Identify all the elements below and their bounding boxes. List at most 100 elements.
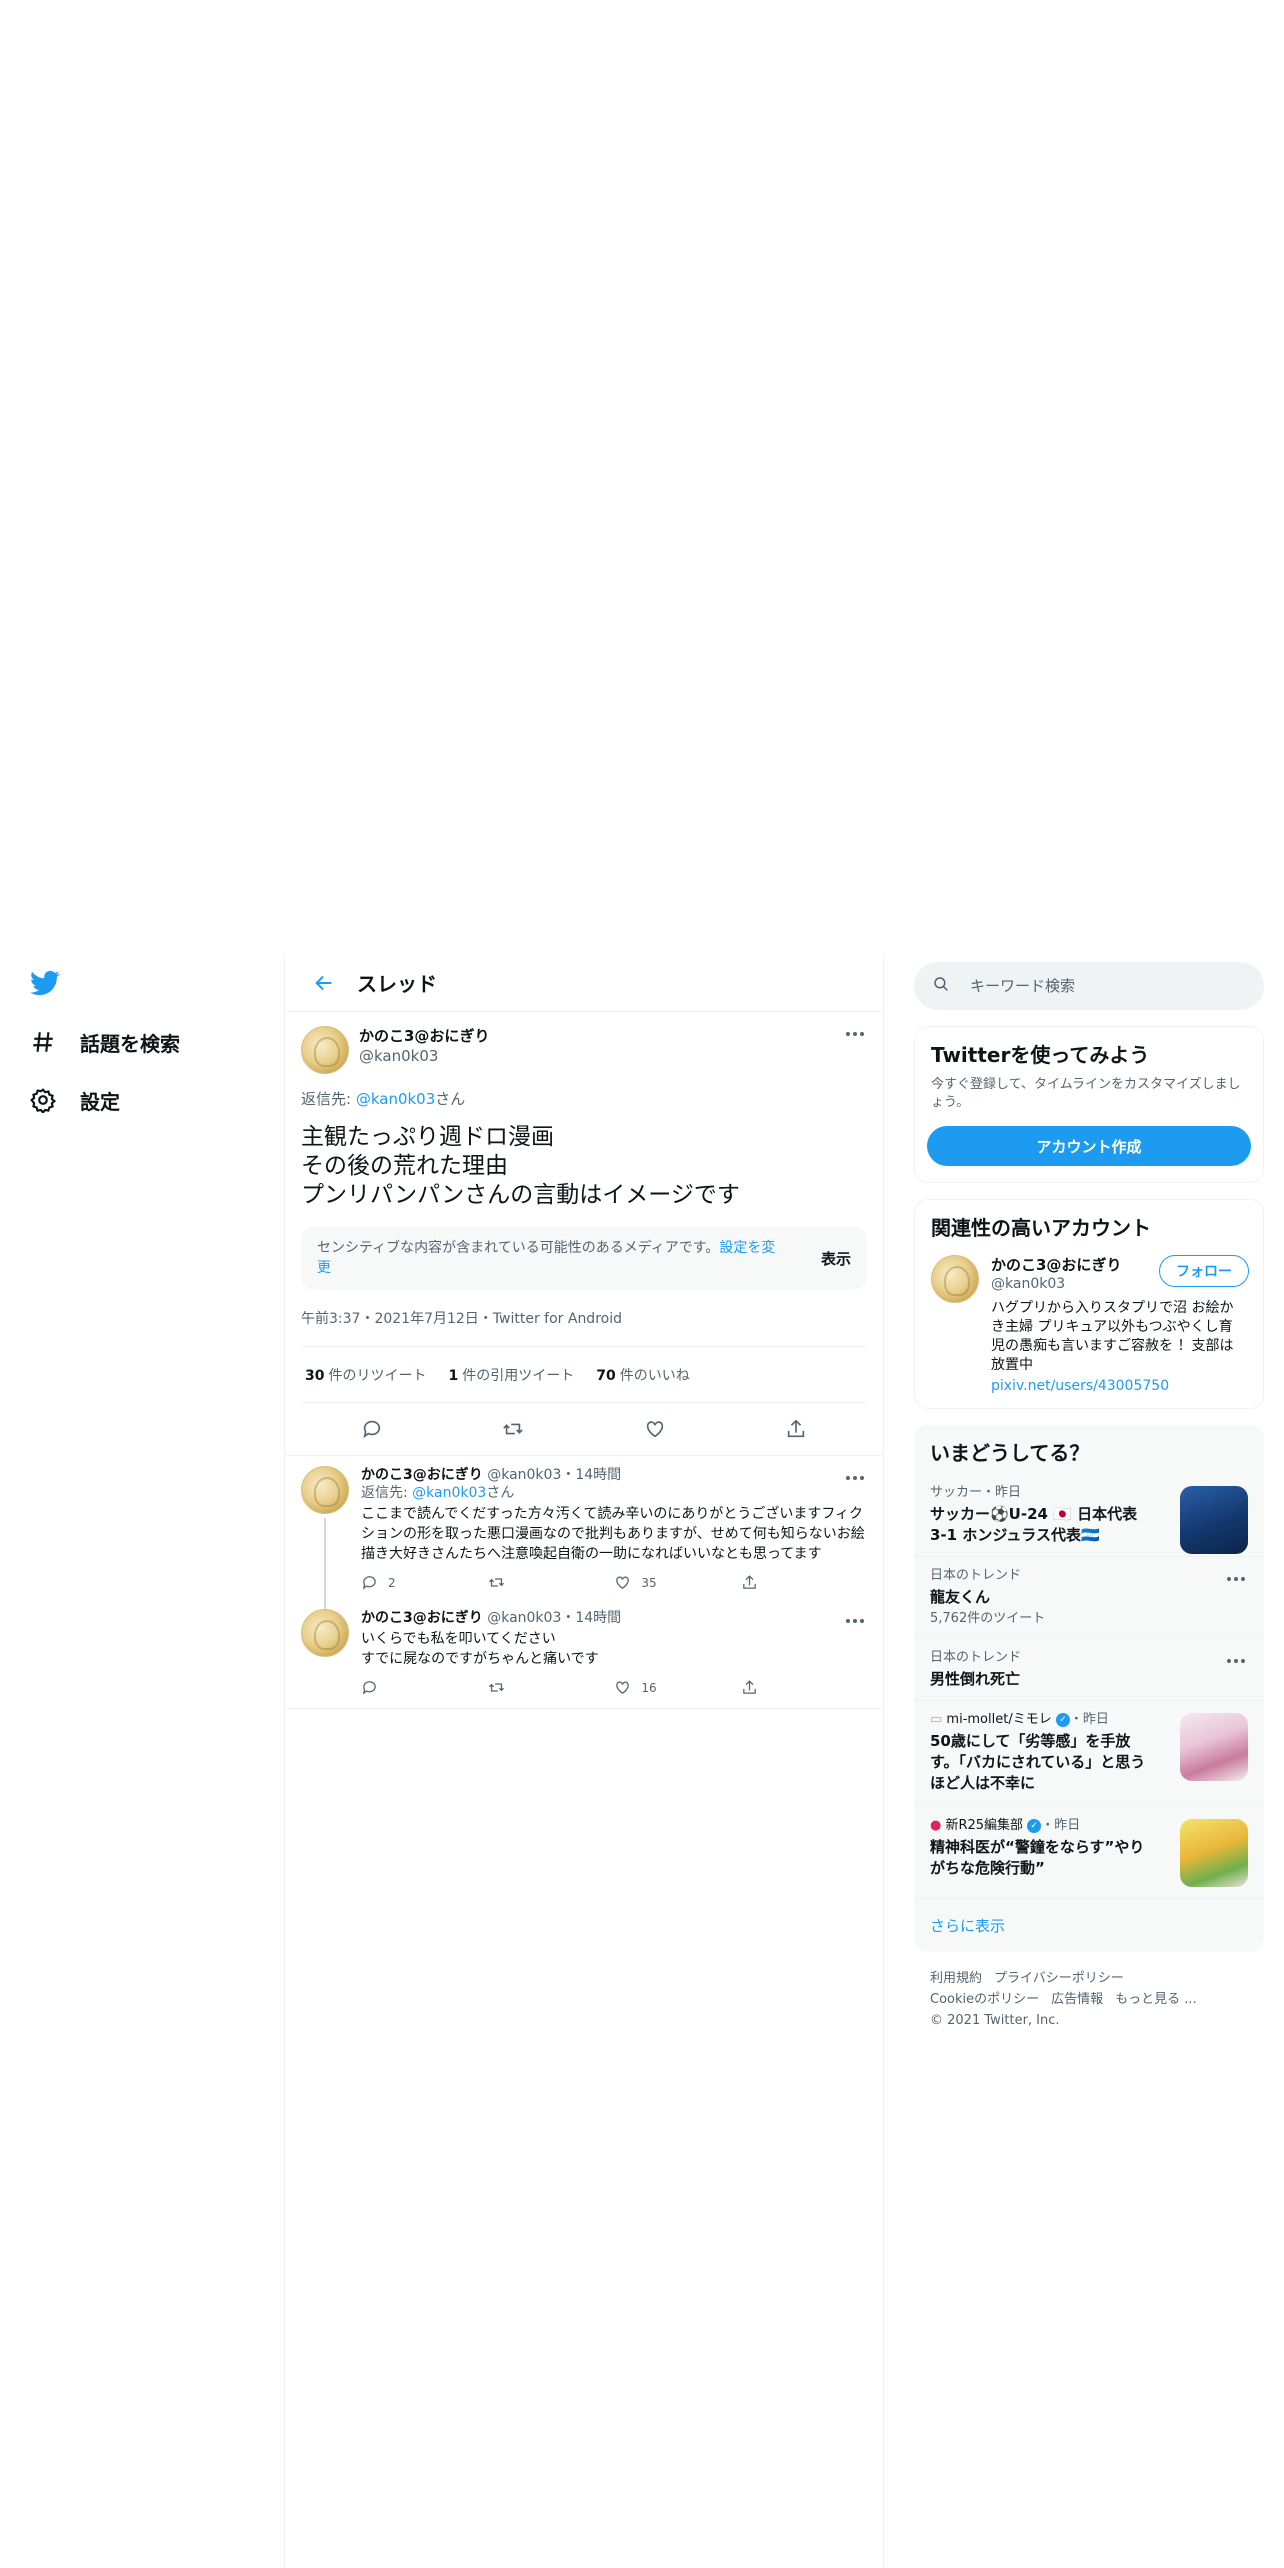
cookie-link[interactable]: Cookieのポリシー — [930, 1992, 1039, 2007]
tweet-text-line: その後の荒れた理由 — [301, 1153, 508, 1179]
sensitive-message: センシティブな内容が含まれている可能性のあるメディアです。設定を変更 — [317, 1238, 787, 1278]
share-icon — [743, 1680, 756, 1694]
username[interactable]: @kan0k03 — [487, 1610, 561, 1626]
reply-tweet[interactable]: かのこ3@おにぎり @kan0k03・14時間 いくらでも私を叩いてください す… — [285, 1603, 883, 1709]
more-link[interactable]: もっと見る ... — [1115, 1992, 1197, 2007]
trend-context: 日本のトレンド — [930, 1568, 1022, 1583]
retweet-stat[interactable]: 30 件のリツイート — [305, 1365, 426, 1385]
retweet-icon[interactable] — [493, 1409, 533, 1449]
sensitive-text: センシティブな内容が含まれている可能性のあるメディアです。 — [317, 1240, 720, 1256]
avatar[interactable] — [301, 1466, 349, 1514]
terms-link[interactable]: 利用規約 — [930, 1971, 982, 1986]
avatar[interactable] — [301, 1026, 349, 1074]
trend-item[interactable]: ▭ mi-mollet/ミモレ ✓ ・昨日 50歳にして「劣等感」を手放す。「バカ… — [914, 1700, 1264, 1806]
right-sidebar: Twitterを使ってみよう 今すぐ登録して、タイムラインをカスタマイズしましょ… — [914, 962, 1264, 2047]
search-box[interactable] — [914, 962, 1264, 1010]
retweet-count: 30 — [305, 1367, 325, 1384]
trend-item[interactable]: 日本のトレンド 龍友くん 5,762件のツイート — [914, 1556, 1264, 1638]
retweet-action[interactable] — [488, 1574, 548, 1591]
like-action[interactable]: 16 — [614, 1679, 674, 1696]
ads-link[interactable]: 広告情報 — [1051, 1992, 1103, 2007]
trend-thumbnail — [1180, 1819, 1248, 1887]
quote-stat[interactable]: 1 件の引用ツイート — [448, 1365, 574, 1385]
footer-links: 利用規約 プライバシーポリシー Cookieのポリシー 広告情報 もっと見る ... … — [914, 1952, 1264, 2047]
signup-title: Twitterを使ってみよう — [931, 1043, 1150, 1067]
copyright: © 2021 Twitter, Inc. — [930, 2013, 1060, 2028]
sensitive-media-warning: センシティブな内容が含まれている可能性のあるメディアです。設定を変更 表示 — [301, 1226, 867, 1290]
reply-action[interactable]: 2 — [361, 1574, 421, 1591]
trend-item[interactable]: 日本のトレンド 男性倒れ死亡 — [914, 1638, 1264, 1700]
nav-settings[interactable]: 設定 — [28, 1080, 120, 1120]
back-arrow-icon[interactable] — [299, 958, 349, 1008]
focused-tweet: かのこ3@おにぎり @kan0k03 返信先: @kan0k03さん 主観たっぷ… — [285, 1012, 883, 1456]
avatar[interactable] — [301, 1609, 349, 1657]
tweet-author[interactable]: かのこ3@おにぎり @kan0k03 — [301, 1026, 867, 1074]
display-name[interactable]: かのこ3@おにぎり — [361, 1467, 483, 1483]
username[interactable]: @kan0k03 — [359, 1046, 489, 1066]
more-options-icon[interactable] — [1224, 1569, 1248, 1589]
time[interactable]: ・14時間 — [561, 1467, 621, 1483]
reply-header: かのこ3@おにぎり @kan0k03・14時間 — [361, 1466, 867, 1484]
trend-title: 精神科医が“警鐘をならす”やりがちな危険行動” — [930, 1838, 1145, 1877]
reply-suffix: さん — [486, 1485, 515, 1501]
display-name[interactable]: かのこ3@おにぎり — [361, 1610, 483, 1626]
retweet-icon — [488, 1683, 504, 1692]
trend-title: 男性倒れ死亡 — [930, 1670, 1021, 1688]
show-more-link[interactable]: さらに表示 — [914, 1898, 1264, 1952]
tweet-actions: 16 — [361, 1679, 801, 1696]
like-action[interactable]: 35 — [614, 1574, 674, 1591]
share-action[interactable] — [741, 1574, 801, 1591]
thread-header: スレッド — [285, 954, 883, 1012]
share-icon[interactable] — [776, 1409, 816, 1449]
more-options-icon[interactable] — [843, 1468, 867, 1488]
create-account-button[interactable]: アカウント作成 — [927, 1126, 1251, 1166]
account-bio: ハグプリから入りスタプリで沼 お絵かき主婦 プリキュア以外もつぶやくし育児の愚痴… — [991, 1300, 1234, 1373]
reply-tweet[interactable]: かのこ3@おにぎり @kan0k03・14時間 返信先: @kan0k03さん … — [285, 1456, 883, 1622]
related-account[interactable]: かのこ3@おにぎり @kan0k03 ハグプリから入りスタプリで沼 お絵かき主婦… — [915, 1249, 1263, 1408]
reply-to-line: 返信先: @kan0k03さん — [361, 1484, 867, 1502]
reply-prefix: 返信先: — [301, 1090, 356, 1108]
avatar[interactable] — [931, 1255, 979, 1303]
reply-to-link[interactable]: @kan0k03 — [356, 1090, 435, 1108]
follow-button[interactable]: フォロー — [1159, 1255, 1249, 1287]
trend-thumbnail — [1180, 1486, 1248, 1554]
reply-icon[interactable] — [352, 1409, 392, 1449]
bio-link[interactable]: pixiv.net/users/43005750 — [991, 1377, 1241, 1396]
more-options-icon[interactable] — [843, 1611, 867, 1631]
tweet-timestamp[interactable]: 午前3:37・2021年7月12日・Twitter for Android — [301, 1308, 867, 1347]
search-input[interactable] — [970, 977, 1230, 995]
hashtag-icon — [28, 1027, 58, 1057]
trend-count: 5,762件のツイート — [930, 1611, 1046, 1626]
retweet-action[interactable] — [488, 1679, 548, 1696]
share-action[interactable] — [741, 1679, 801, 1696]
reply-to-link[interactable]: @kan0k03 — [412, 1485, 486, 1501]
trend-item[interactable]: ● 新R25編集部 ✓ ・昨日 精神科医が“警鐘をならす”やりがちな危険行動” — [914, 1806, 1264, 1898]
trend-title: 50歳にして「劣等感」を手放す。「バカにされている」と思うほど人は不幸に — [930, 1732, 1146, 1792]
twitter-logo-icon[interactable] — [28, 968, 62, 998]
share-icon — [743, 1575, 756, 1589]
search-icon — [932, 975, 950, 997]
like-count: 70 — [596, 1367, 616, 1384]
time[interactable]: ・14時間 — [561, 1610, 621, 1626]
more-options-icon[interactable] — [1224, 1651, 1248, 1671]
tweet-actions: 2 35 — [361, 1574, 801, 1591]
like-stat[interactable]: 70 件のいいね — [596, 1365, 689, 1385]
more-options-icon[interactable] — [843, 1024, 867, 1044]
show-media-button[interactable]: 表示 — [821, 1248, 851, 1269]
page-title: スレッド — [357, 972, 437, 996]
privacy-link[interactable]: プライバシーポリシー — [994, 1971, 1124, 1986]
tweet-text-line: プンリパンパンさんの言動はイメージです — [301, 1182, 740, 1208]
username[interactable]: @kan0k03 — [487, 1467, 561, 1483]
related-title: 関連性の高いアカウント — [931, 1216, 1151, 1240]
retweet-icon — [488, 1578, 504, 1587]
reply-action[interactable] — [361, 1679, 421, 1696]
trend-thumbnail — [1180, 1713, 1248, 1781]
quote-label: 件の引用ツイート — [462, 1367, 575, 1384]
trend-title: 龍友くん — [930, 1588, 991, 1606]
nav-explore[interactable]: 話題を検索 — [28, 1022, 180, 1062]
trend-item[interactable]: サッカー・昨日 サッカー⚽U-24 🇯🇵 日本代表 3-1 ホンジュラス代表🇭🇳 — [914, 1474, 1264, 1556]
like-label: 件のいいね — [619, 1367, 690, 1384]
display-name[interactable]: かのこ3@おにぎり — [359, 1026, 489, 1046]
like-icon[interactable] — [635, 1409, 675, 1449]
reply-suffix: さん — [435, 1090, 466, 1108]
